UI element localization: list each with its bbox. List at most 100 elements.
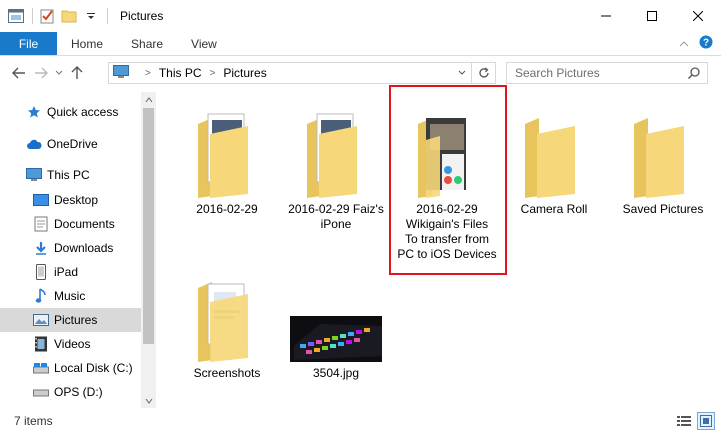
item-label: Camera Roll xyxy=(520,202,588,216)
nav-item-label: Videos xyxy=(54,337,91,351)
nav-item-label: OPS (D:) xyxy=(54,385,103,399)
cloud-icon xyxy=(26,136,42,152)
drive-icon xyxy=(33,384,49,400)
music-icon xyxy=(33,288,49,304)
item-label: 2016-02-29 xyxy=(196,202,258,216)
view-toggle-group xyxy=(675,412,715,430)
nav-item-this-pc[interactable]: This PC xyxy=(0,163,141,187)
help-icon[interactable]: ? xyxy=(699,35,713,52)
nav-item-documents[interactable]: Documents xyxy=(0,212,141,236)
tab-view[interactable]: View xyxy=(177,32,231,55)
folder-icon xyxy=(172,102,282,198)
computer-icon xyxy=(113,64,129,82)
folder-icon xyxy=(392,102,502,198)
folder-item[interactable]: Screenshots xyxy=(172,266,282,381)
search-icon[interactable] xyxy=(687,66,701,83)
search-input[interactable] xyxy=(515,66,680,80)
ribbon-tabs: File Home Share View ? xyxy=(0,32,721,56)
breadcrumb-this-pc[interactable]: This PC xyxy=(159,66,202,80)
breadcrumb-chevron-icon[interactable]: > xyxy=(145,68,151,79)
toolbar-divider xyxy=(32,8,33,24)
videos-icon xyxy=(33,336,49,352)
navigation-pane: Quick access OneDrive This PC Desktop Do… xyxy=(0,92,156,408)
image-thumbnail xyxy=(281,266,391,362)
pictures-icon xyxy=(33,312,49,328)
properties-icon[interactable] xyxy=(39,8,55,24)
nav-item-label: Pictures xyxy=(54,313,98,327)
nav-item-label: This PC xyxy=(47,168,90,182)
new-folder-icon[interactable] xyxy=(61,8,77,24)
up-button[interactable] xyxy=(66,62,88,84)
breadcrumb-pictures[interactable]: Pictures xyxy=(223,66,266,80)
close-button[interactable] xyxy=(675,0,721,32)
scroll-up-arrow-icon[interactable] xyxy=(141,92,156,107)
nav-item-label: Music xyxy=(54,289,86,303)
large-icons-view-button[interactable] xyxy=(697,412,715,430)
nav-item-ipad[interactable]: iPad xyxy=(0,260,141,284)
breadcrumb-chevron-icon[interactable]: > xyxy=(210,68,216,79)
tab-home[interactable]: Home xyxy=(57,32,117,55)
search-box[interactable] xyxy=(506,62,708,84)
download-icon xyxy=(33,240,49,256)
star-icon xyxy=(26,104,42,120)
item-label: Screenshots xyxy=(193,366,261,380)
tab-share[interactable]: Share xyxy=(117,32,177,55)
nav-scrollbar[interactable] xyxy=(141,92,156,408)
file-list-view: 2016-02-29 2016-02-29 Faiz's iPone 2016-… xyxy=(160,85,721,408)
computer-icon xyxy=(26,167,42,183)
desktop-icon xyxy=(33,192,49,208)
tab-file[interactable]: File xyxy=(0,32,57,55)
nav-item-label: iPad xyxy=(54,265,79,279)
nav-item-label: Desktop xyxy=(54,193,99,207)
back-button[interactable] xyxy=(8,62,30,84)
folder-item[interactable]: Saved Pictures xyxy=(608,102,718,217)
drive-icon xyxy=(33,360,49,376)
nav-item-downloads[interactable]: Downloads xyxy=(0,236,141,260)
address-bar[interactable]: > This PC > Pictures xyxy=(108,62,496,84)
scroll-down-arrow-icon[interactable] xyxy=(141,393,156,408)
item-label: 3504.jpg xyxy=(312,366,360,380)
nav-item-label: OneDrive xyxy=(47,137,98,151)
nav-item-desktop[interactable]: Desktop xyxy=(0,188,141,212)
forward-button[interactable] xyxy=(30,62,52,84)
nav-item-music[interactable]: Music xyxy=(0,284,141,308)
item-label: Saved Pictures xyxy=(622,202,704,216)
nav-item-label: Downloads xyxy=(54,241,114,255)
folder-icon xyxy=(172,266,282,362)
explorer-window-icon[interactable] xyxy=(8,8,24,24)
folder-item[interactable]: 2016-02-29 xyxy=(172,102,282,217)
recent-locations-chevron-icon[interactable] xyxy=(52,62,66,84)
quick-access-toolbar xyxy=(0,0,114,32)
ribbon-right-controls: ? xyxy=(679,32,721,55)
folder-icon xyxy=(281,102,391,198)
nav-item-label: Quick access xyxy=(47,105,119,119)
nav-item-ops-d[interactable]: OPS (D:) xyxy=(0,380,141,404)
navigation-bar: > This PC > Pictures xyxy=(0,57,721,89)
image-file-item[interactable]: 3504.jpg xyxy=(281,266,391,381)
title-bar: Pictures xyxy=(0,0,721,32)
item-label: 2016-02-29 Wikigain's Files To transfer … xyxy=(397,202,497,261)
nav-item-quick-access[interactable]: Quick access xyxy=(0,100,141,124)
minimize-button[interactable] xyxy=(583,0,629,32)
expand-ribbon-chevron-icon[interactable] xyxy=(679,37,689,51)
maximize-button[interactable] xyxy=(629,0,675,32)
nav-item-pictures[interactable]: Pictures xyxy=(0,308,141,332)
window-controls xyxy=(583,0,721,32)
toolbar-divider xyxy=(107,8,108,24)
nav-item-label: Local Disk (C:) xyxy=(54,361,133,375)
details-view-button[interactable] xyxy=(675,412,693,430)
folder-item[interactable]: Camera Roll xyxy=(499,102,609,217)
nav-item-label: Documents xyxy=(54,217,115,231)
window-title: Pictures xyxy=(120,9,164,23)
refresh-button[interactable] xyxy=(471,63,495,83)
documents-icon xyxy=(33,216,49,232)
address-dropdown-icon[interactable] xyxy=(457,66,467,83)
nav-item-onedrive[interactable]: OneDrive xyxy=(0,132,141,156)
customize-toolbar-icon[interactable] xyxy=(83,8,99,24)
folder-item[interactable]: 2016-02-29 Wikigain's Files To transfer … xyxy=(392,102,502,262)
nav-item-local-disk-c[interactable]: Local Disk (C:) xyxy=(0,356,141,380)
scrollbar-thumb[interactable] xyxy=(143,108,154,344)
folder-item[interactable]: 2016-02-29 Faiz's iPone xyxy=(281,102,391,232)
svg-text:?: ? xyxy=(703,38,709,49)
nav-item-videos[interactable]: Videos xyxy=(0,332,141,356)
